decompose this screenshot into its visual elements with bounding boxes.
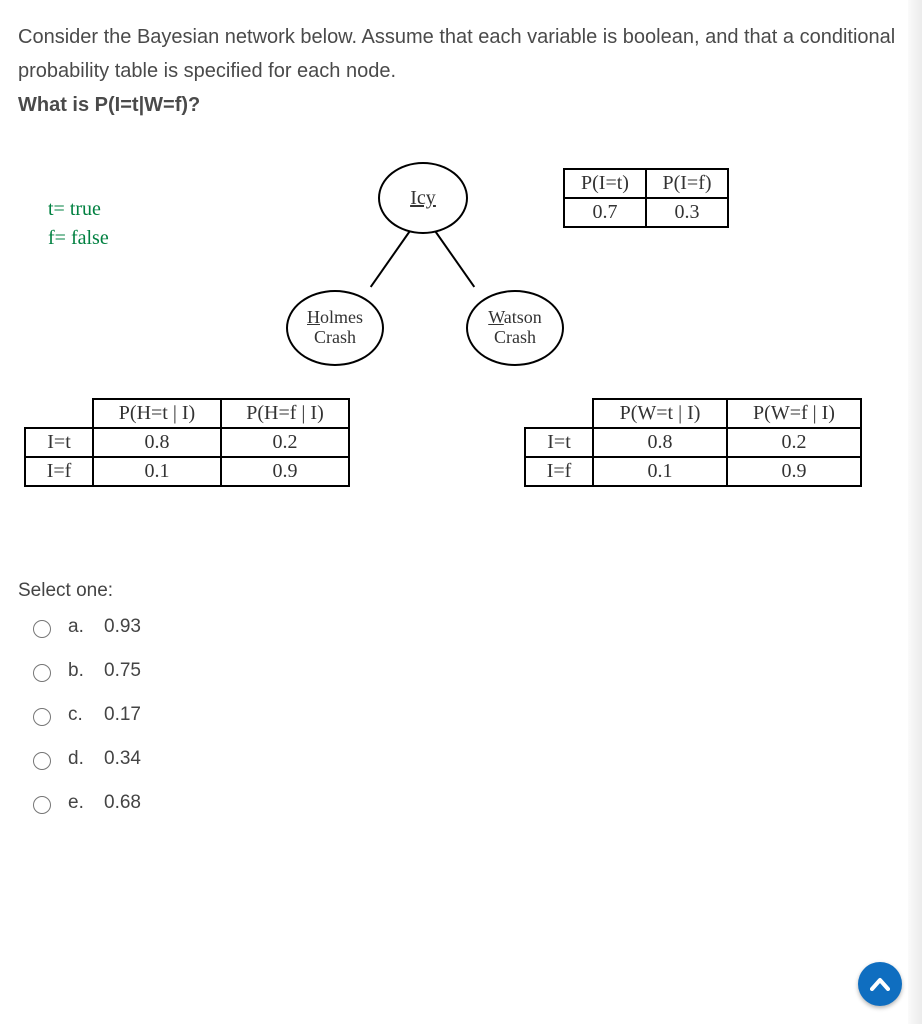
option-d[interactable]: d. 0.34 [28,748,904,770]
opt-letter: a. [68,616,90,638]
cpt-watson: P(W=t | I) P(W=f | I) I=t 0.8 0.2 I=f 0.… [524,398,862,487]
opt-letter: e. [68,792,90,814]
prior-table-i: P(I=t) P(I=f) 0.7 0.3 [563,168,729,228]
prior-h2: P(I=f) [646,169,728,198]
cpt-h-r1c0: I=t [25,428,93,457]
opt-letter: c. [68,704,90,726]
node-icy: Icy [378,162,468,234]
cpt-h-r2c0: I=f [25,457,93,486]
question-intro: Consider the Bayesian network below. Ass… [18,26,895,82]
node-holmes-crash: Holmes Crash [286,290,384,366]
legend: t= true f= false [48,198,109,256]
cpt-w-col1: P(W=t | I) [593,399,727,428]
opt-letter: d. [68,748,90,770]
cpt-w-r1c0: I=t [525,428,593,457]
prior-v1: 0.7 [564,198,646,227]
option-c[interactable]: c. 0.17 [28,704,904,726]
radio-e[interactable] [33,796,51,814]
legend-false: f= false [48,227,109,250]
cpt-h-r2c2: 0.9 [221,457,349,486]
legend-true: t= true [48,198,109,221]
radio-a[interactable] [33,620,51,638]
edge-i-to-w [432,227,475,287]
cpt-h-r1c2: 0.2 [221,428,349,457]
radio-d[interactable] [33,752,51,770]
cpt-w-r2c1: 0.1 [593,457,727,486]
cpt-h-col2: P(H=f | I) [221,399,349,428]
prior-v2: 0.3 [646,198,728,227]
scroll-to-top-button[interactable] [858,962,902,1006]
cpt-h-r2c1: 0.1 [93,457,221,486]
radio-c[interactable] [33,708,51,726]
chevron-up-icon [870,977,890,991]
prior-h1: P(I=t) [564,169,646,198]
opt-letter: b. [68,660,90,682]
question-text: Consider the Bayesian network below. Ass… [18,20,904,122]
cpt-h-r1c1: 0.8 [93,428,221,457]
option-a[interactable]: a. 0.93 [28,616,904,638]
cpt-h-col1: P(H=t | I) [93,399,221,428]
opt-text: 0.93 [104,616,141,638]
bayes-diagram: t= true f= false Icy Holmes Crash Watson… [18,150,908,500]
cpt-w-r1c2: 0.2 [727,428,861,457]
radio-b[interactable] [33,664,51,682]
answer-block: Select one: a. 0.93 b. 0.75 c. 0.17 d. 0… [18,580,904,814]
cpt-w-col2: P(W=f | I) [727,399,861,428]
blank-cell [525,399,593,428]
edge-i-to-h [370,227,413,287]
cpt-holmes: P(H=t | I) P(H=f | I) I=t 0.8 0.2 I=f 0.… [24,398,350,487]
blank-cell [25,399,93,428]
option-b[interactable]: b. 0.75 [28,660,904,682]
cpt-w-r2c0: I=f [525,457,593,486]
cpt-w-r2c2: 0.9 [727,457,861,486]
option-e[interactable]: e. 0.68 [28,792,904,814]
opt-text: 0.75 [104,660,141,682]
scrollbar-track[interactable] [908,0,922,1024]
answers-label: Select one: [18,580,904,602]
node-watson-crash: Watson Crash [466,290,564,366]
opt-text: 0.68 [104,792,141,814]
opt-text: 0.17 [104,704,141,726]
question-prompt: What is P(I=t|W=f)? [18,94,200,116]
opt-text: 0.34 [104,748,141,770]
cpt-w-r1c1: 0.8 [593,428,727,457]
